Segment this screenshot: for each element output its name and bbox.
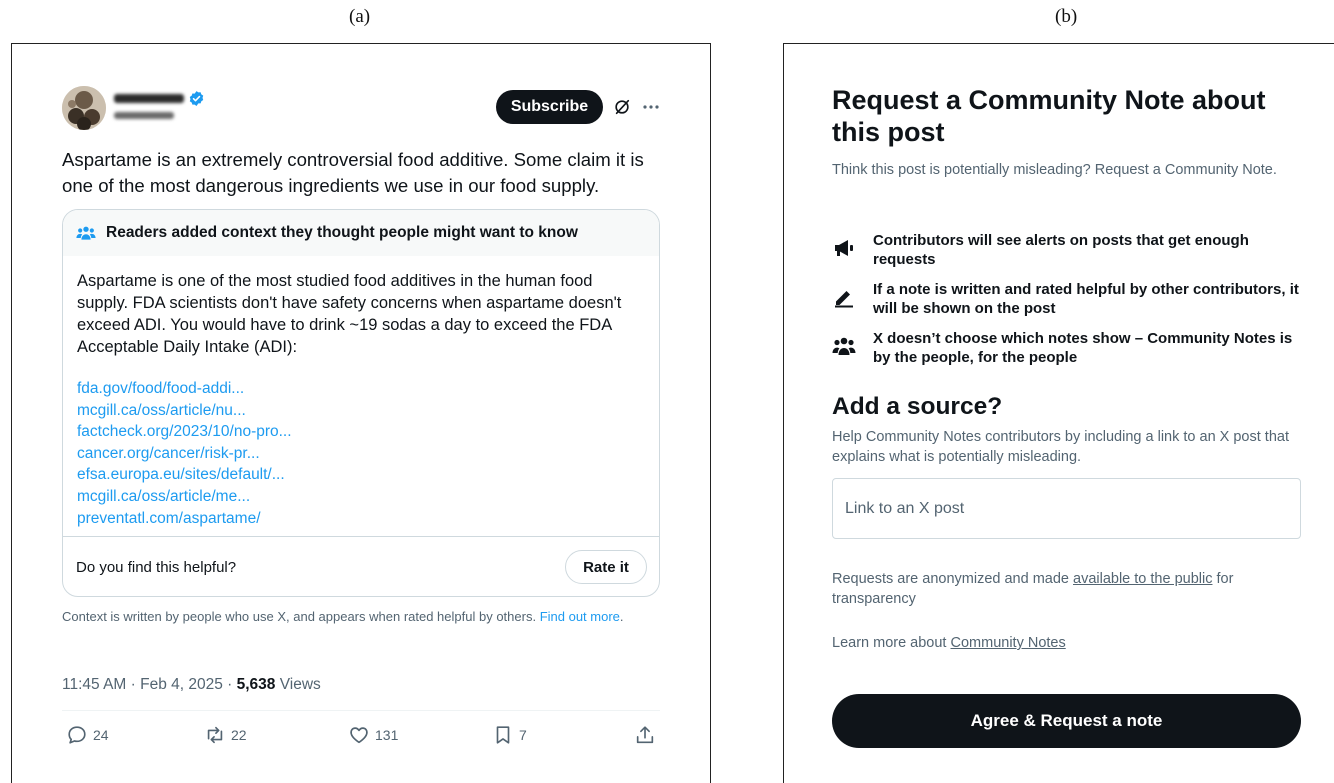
people-icon [832,337,856,355]
user-name-redacted[interactable] [114,89,205,107]
feature-text: If a note is written and rated helpful b… [873,281,1299,317]
add-source-title: Add a source? [832,393,1003,420]
note-body-text: Aspartame is one of the most studied foo… [77,272,622,356]
heart-icon [350,727,368,744]
avatar[interactable] [62,86,106,130]
repost-icon [207,726,223,744]
x-post-link-input[interactable] [832,478,1301,539]
feature-alerts: Contributors will see alerts on posts th… [832,231,1312,271]
request-title: Request a Community Note about this post [832,85,1266,147]
tweet-timestamp: 11:45 AM · Feb 4, 2025 · 5,638 Views [62,676,321,694]
note-link[interactable]: mcgill.ca/oss/article/me... [77,486,645,508]
tweet-panel: Subscribe Aspartame is an extremely cont… [11,43,711,783]
subscribe-button[interactable]: Subscribe [496,90,603,124]
feature-people: X doesn’t choose which notes show – Comm… [832,329,1312,369]
more-options-icon[interactable] [641,98,661,116]
like-action[interactable]: 131 [348,724,398,746]
learn-more: Learn more about Community Notes [832,635,1066,651]
divider [62,710,660,711]
rate-it-button[interactable]: Rate it [565,550,647,584]
repost-action[interactable]: 22 [204,724,247,746]
note-header-text: Readers added context they thought peopl… [106,224,578,241]
reply-icon [68,726,86,744]
note-link[interactable]: factcheck.org/2023/10/no-pro... [77,421,645,443]
feature-text: X doesn’t choose which notes show – Comm… [873,330,1293,366]
views-count: 5,638 [236,676,276,693]
like-count: 131 [375,727,399,743]
timestamp-text: 11:45 AM · Feb 4, 2025 · [62,676,237,693]
agree-request-button[interactable]: Agree & Request a note [832,694,1301,748]
verified-badge-icon [189,90,204,106]
add-source-subtitle: Help Community Notes contributors by inc… [832,429,1289,465]
reply-action[interactable]: 24 [66,724,109,746]
bookmark-action[interactable]: 7 [492,724,527,746]
user-handle-redacted [114,108,174,122]
feature-text: Contributors will see alerts on posts th… [873,232,1249,268]
views-label: Views [275,676,321,693]
megaphone-icon [835,240,853,256]
community-note-box: Readers added context they thought peopl… [62,209,660,597]
bookmark-icon [496,726,510,744]
note-header: Readers added context they thought peopl… [63,210,659,256]
anonymized-notice: Requests are anonymized and made availab… [832,569,1302,609]
note-link[interactable]: preventatl.com/aspartame/ [77,508,645,530]
community-notes-link[interactable]: Community Notes [951,635,1066,651]
note-link[interactable]: fda.gov/food/food-addi... [77,378,645,400]
learn-prefix: Learn more about [832,635,951,651]
note-body: Aspartame is one of the most studied foo… [63,256,659,529]
note-links: fda.gov/food/food-addi... mcgill.ca/oss/… [77,378,645,529]
repost-count: 22 [231,727,247,743]
context-text: Context is written by people who use X, … [62,609,537,624]
panel-label-a: (a) [349,6,371,27]
share-action[interactable] [634,724,656,746]
note-footer: Do you find this helpful? Rate it [63,536,659,596]
available-to-public-link[interactable]: available to the public [1073,571,1212,587]
tweet-header: Subscribe [62,86,662,136]
share-icon [636,726,654,744]
find-out-more-link[interactable]: Find out more [540,609,620,624]
tweet-text: Aspartame is an extremely controversial … [62,149,644,196]
bookmark-count: 7 [519,727,527,743]
helpful-question: Do you find this helpful? [76,559,237,576]
anon-prefix: Requests are anonymized and made [832,571,1074,587]
context-disclaimer: Context is written by people who use X, … [62,609,624,624]
pencil-icon [835,291,853,308]
tweet-actions: 24 22 131 7 [62,724,660,754]
reply-count: 24 [93,727,109,743]
note-link[interactable]: efsa.europa.eu/sites/default/... [77,464,645,486]
request-note-panel: Request a Community Note about this post… [783,43,1334,783]
request-subtitle: Think this post is potentially misleadin… [832,162,1277,178]
note-link[interactable]: mcgill.ca/oss/article/nu... [77,400,645,422]
people-icon [76,226,96,240]
grok-icon[interactable] [613,98,631,116]
note-link[interactable]: cancer.org/cancer/risk-pr... [77,443,645,465]
feature-helpful: If a note is written and rated helpful b… [832,280,1312,320]
panel-label-b: (b) [1055,6,1078,27]
